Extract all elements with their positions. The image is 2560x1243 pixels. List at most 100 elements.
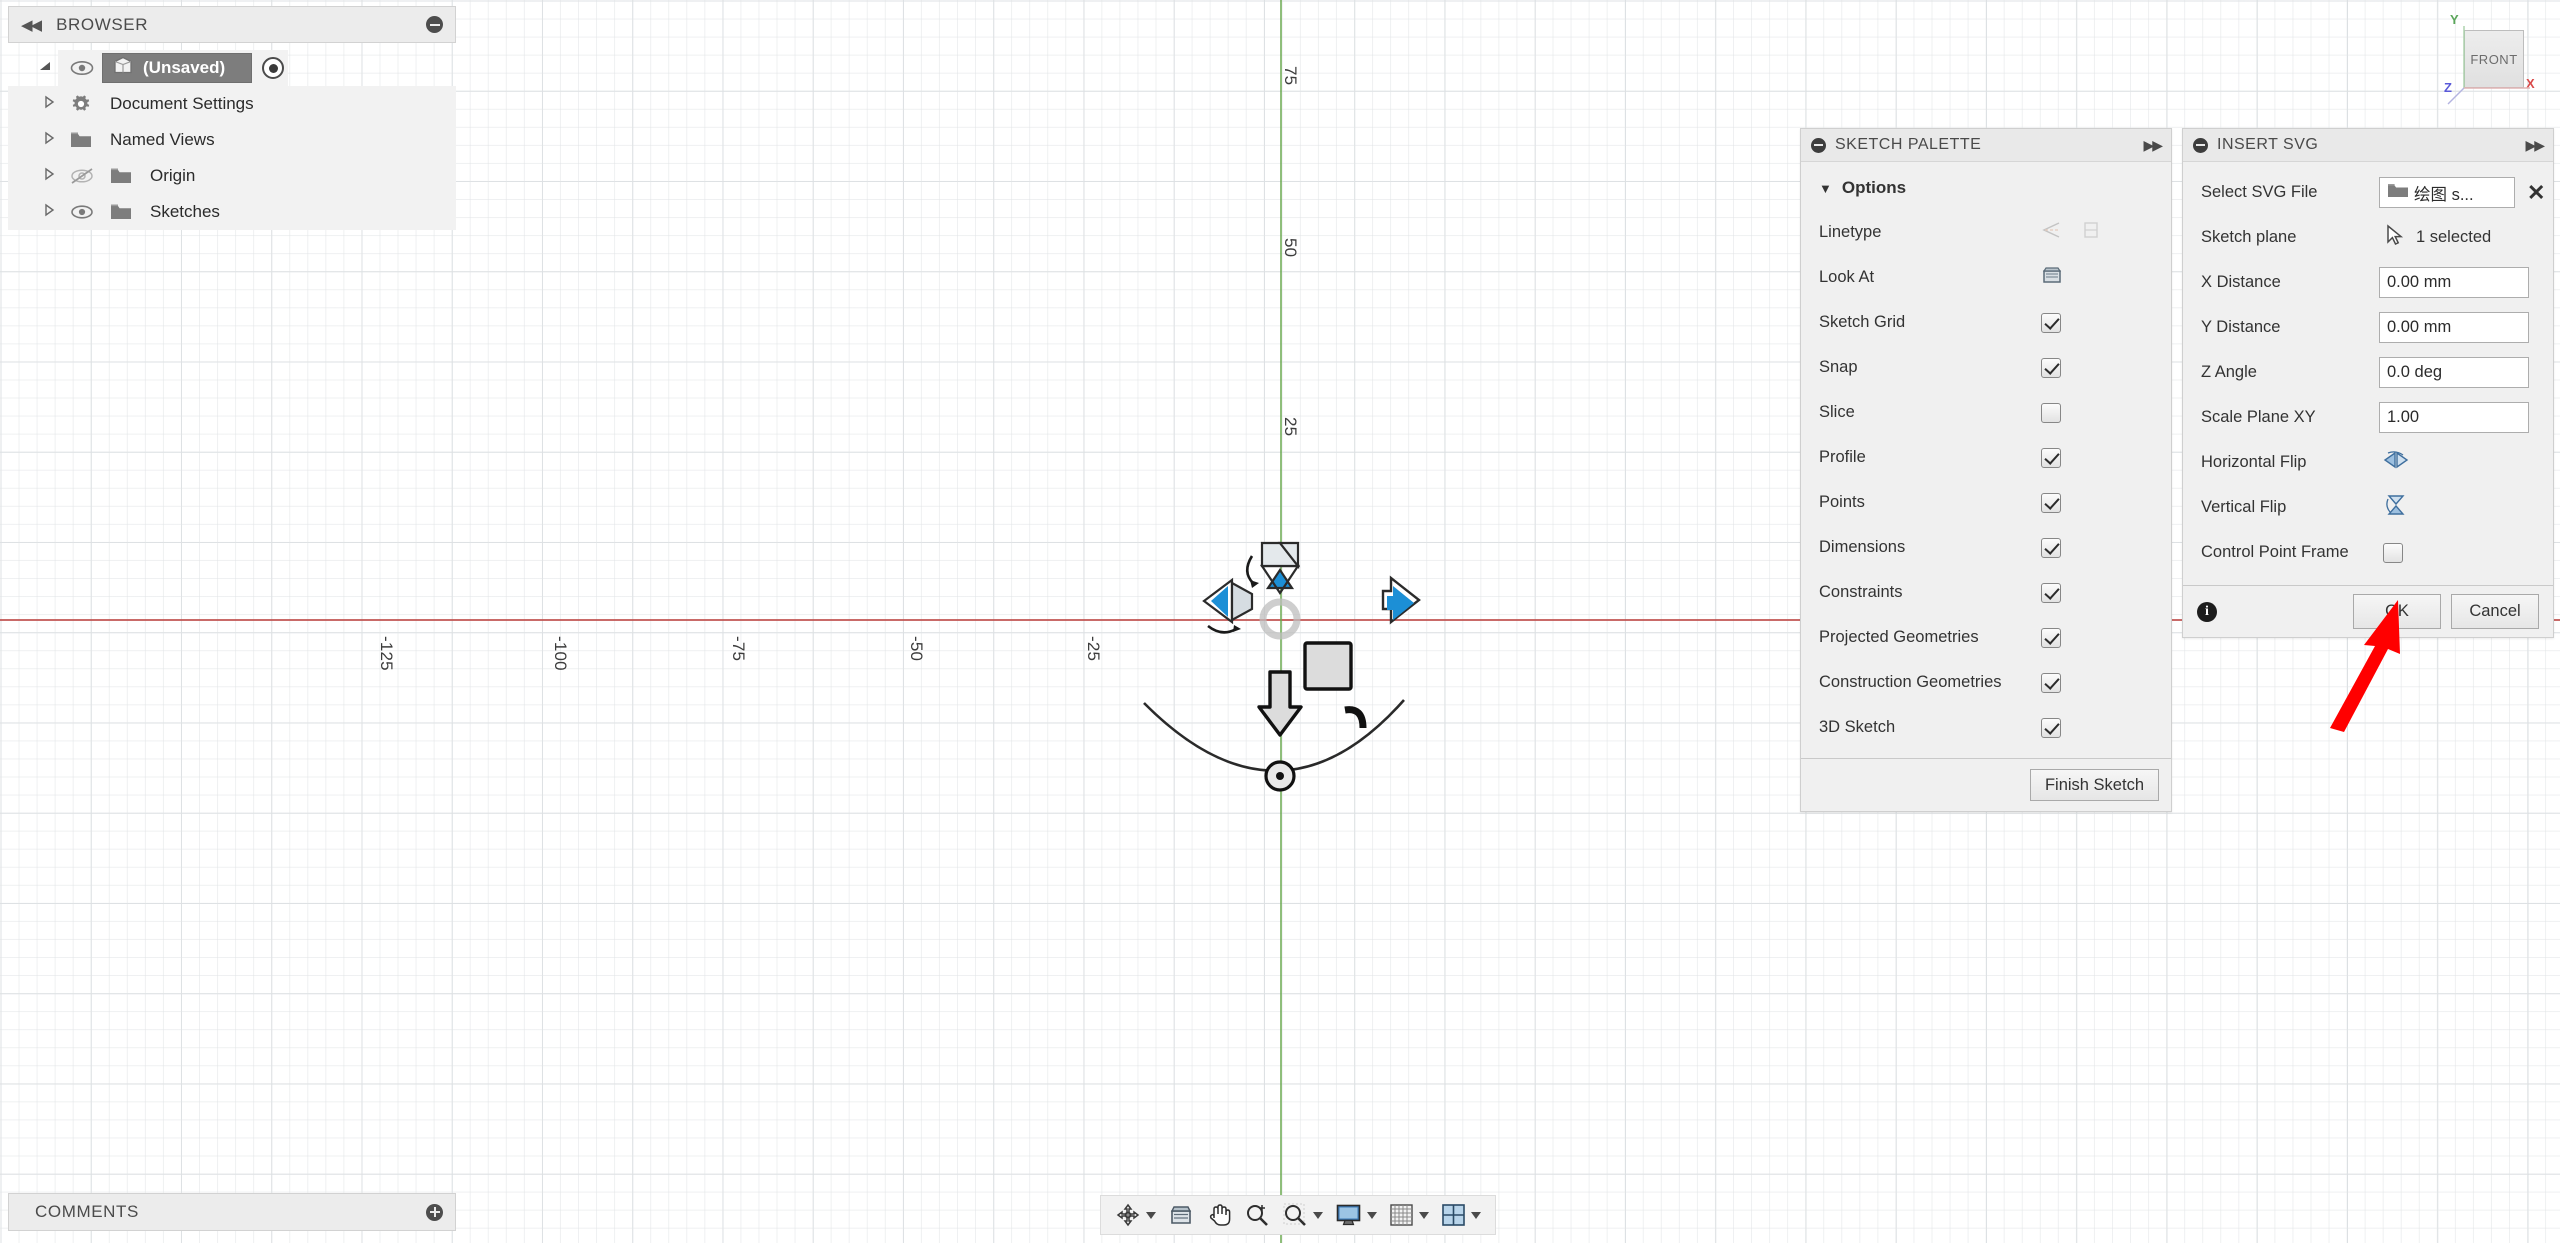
- sidebar-item-sketches[interactable]: Sketches: [8, 194, 456, 230]
- options-section-header[interactable]: ▼ Options: [1801, 168, 2171, 210]
- sketch-palette-header[interactable]: SKETCH PALETTE ▶▶: [1801, 129, 2171, 162]
- sketch-palette-row-look-at[interactable]: Look At: [1801, 255, 2171, 300]
- points-checkbox[interactable]: [2041, 492, 2061, 513]
- double-chevron-right-icon[interactable]: ▶▶: [2525, 137, 2544, 154]
- slice-checkbox[interactable]: [2041, 402, 2061, 423]
- look-at-icon[interactable]: [2041, 265, 2063, 290]
- gear-icon: [62, 93, 100, 115]
- sketch-palette-row-construction-geometries[interactable]: Construction Geometries: [1801, 660, 2171, 705]
- sketch-palette-row-3d-sketch[interactable]: 3D Sketch: [1801, 705, 2171, 750]
- close-x-icon[interactable]: ✕: [2527, 181, 2545, 204]
- horizontal-flip-icon[interactable]: [2383, 449, 2409, 476]
- manipulator-rotate-handle[interactable]: [1344, 706, 1367, 729]
- z-angle-input[interactable]: 0.0 deg: [2379, 357, 2529, 388]
- chevron-right-icon[interactable]: [36, 131, 62, 149]
- y-tick-label: 75: [1281, 66, 1300, 86]
- sketch-palette-panel: SKETCH PALETTE ▶▶ ▼ Options Linetype Loo…: [1800, 128, 2172, 813]
- manipulator-plane-handle[interactable]: [1303, 641, 1353, 691]
- sidebar-item-origin[interactable]: Origin: [8, 158, 456, 194]
- sketch-plane-selection-status[interactable]: 1 selected: [2416, 228, 2491, 247]
- sketch-palette-row-linetype[interactable]: Linetype: [1801, 210, 2171, 255]
- insert-svg-body: Select SVG File 绘图 s... ✕ Sketch plane 1…: [2183, 162, 2553, 585]
- chevron-down-icon[interactable]: [1471, 1211, 1481, 1219]
- browser-title-bar[interactable]: ◀◀ BROWSER: [8, 6, 456, 43]
- construction-geometries-checkbox[interactable]: [2041, 672, 2061, 693]
- eye-hidden-icon[interactable]: [62, 167, 102, 185]
- sketch-palette-row-dimensions[interactable]: Dimensions: [1801, 525, 2171, 570]
- sketch-palette-row-constraints[interactable]: Constraints: [1801, 570, 2171, 615]
- row-label: Points: [1819, 493, 1865, 511]
- sketch-palette-row-profile[interactable]: Profile: [1801, 435, 2171, 480]
- display-settings-icon[interactable]: [1331, 1203, 1381, 1227]
- row-label: Linetype: [1819, 223, 1882, 241]
- view-cube[interactable]: FRONT Y X Z: [2444, 12, 2535, 105]
- profile-checkbox[interactable]: [2041, 447, 2061, 468]
- double-chevron-right-icon[interactable]: ▶▶: [2143, 137, 2162, 154]
- row-label: Scale Plane XY: [2201, 408, 2316, 426]
- browser-tree: (Unsaved) Document Settings Named Views …: [8, 50, 456, 230]
- sketch-palette-row-slice[interactable]: Slice: [1801, 390, 2171, 435]
- scale-plane-xy-input[interactable]: 1.00: [2379, 402, 2529, 433]
- y-tick-label: 25: [1281, 417, 1300, 437]
- vertical-flip-icon[interactable]: [2383, 493, 2409, 522]
- eye-icon[interactable]: [62, 203, 102, 221]
- chevron-down-icon[interactable]: [1146, 1211, 1156, 1219]
- minus-circle-icon[interactable]: [1811, 137, 1826, 153]
- chevron-down-icon[interactable]: [1313, 1211, 1323, 1219]
- sketch-palette-row-sketch-grid[interactable]: Sketch Grid: [1801, 300, 2171, 345]
- cancel-button[interactable]: Cancel: [2451, 594, 2539, 629]
- manipulator-horizontal-flip-handle[interactable]: [1202, 577, 1254, 634]
- tree-row-root[interactable]: (Unsaved): [8, 50, 456, 86]
- sketch-palette-row-projected-geometries[interactable]: Projected Geometries: [1801, 615, 2171, 660]
- activate-component-radio[interactable]: [262, 57, 285, 79]
- plus-circle-icon[interactable]: [426, 1203, 443, 1221]
- row-label: Horizontal Flip: [2201, 453, 2307, 471]
- y-distance-input[interactable]: 0.00 mm: [2379, 312, 2529, 343]
- minus-circle-icon[interactable]: [2193, 137, 2208, 153]
- x-distance-input[interactable]: 0.00 mm: [2379, 267, 2529, 298]
- chevron-down-icon[interactable]: [1419, 1211, 1429, 1219]
- grid-snaps-icon[interactable]: [1385, 1203, 1433, 1227]
- orbit-icon[interactable]: [1111, 1202, 1160, 1228]
- expand-twisty-icon[interactable]: [32, 59, 58, 77]
- sketch-grid-checkbox[interactable]: [2041, 312, 2061, 333]
- root-component-name[interactable]: (Unsaved): [102, 53, 253, 83]
- constraints-checkbox[interactable]: [2041, 582, 2061, 603]
- insert-svg-row-scale-plane-xy: Scale Plane XY 1.00: [2183, 395, 2553, 440]
- look-at-icon[interactable]: [1164, 1203, 1198, 1227]
- 3d-sketch-checkbox[interactable]: [2041, 717, 2061, 738]
- root-chip[interactable]: (Unsaved): [58, 50, 289, 86]
- chevron-down-icon[interactable]: [1367, 1211, 1377, 1219]
- minus-circle-icon[interactable]: [426, 16, 443, 33]
- imported-arc-curve[interactable]: [1143, 699, 1405, 772]
- construction-line-icon[interactable]: [2041, 221, 2063, 244]
- chevron-right-icon[interactable]: [36, 167, 62, 185]
- dimensions-checkbox[interactable]: [2041, 537, 2061, 558]
- chevron-right-icon[interactable]: [36, 203, 62, 221]
- sidebar-item-document-settings[interactable]: Document Settings: [8, 86, 456, 122]
- centerline-icon[interactable]: [2081, 221, 2101, 244]
- insert-svg-header[interactable]: INSERT SVG ▶▶: [2183, 129, 2553, 162]
- projected-geometries-checkbox[interactable]: [2041, 627, 2061, 648]
- double-chevron-left-icon[interactable]: ◀◀: [21, 16, 42, 34]
- comments-panel[interactable]: COMMENTS: [8, 1193, 456, 1231]
- sketch-palette-row-snap[interactable]: Snap: [1801, 345, 2171, 390]
- viewports-icon[interactable]: [1437, 1203, 1485, 1227]
- svg-file-field[interactable]: 绘图 s...: [2379, 177, 2515, 208]
- chevron-right-icon[interactable]: [36, 95, 62, 113]
- control-point-frame-checkbox[interactable]: [2383, 542, 2403, 563]
- ok-button[interactable]: OK: [2353, 594, 2441, 629]
- finish-sketch-button[interactable]: Finish Sketch: [2029, 769, 2159, 802]
- sidebar-item-named-views[interactable]: Named Views: [8, 122, 456, 158]
- info-icon[interactable]: i: [2197, 601, 2217, 622]
- snap-checkbox[interactable]: [2041, 357, 2061, 378]
- zoom-magnifier-icon[interactable]: [1240, 1202, 1274, 1228]
- pan-hand-icon[interactable]: [1202, 1202, 1236, 1228]
- sketch-palette-row-points[interactable]: Points: [1801, 480, 2171, 525]
- manipulator-vertical-flip-handle[interactable]: [1245, 541, 1301, 595]
- zoom-fit-icon[interactable]: [1278, 1202, 1327, 1228]
- insert-svg-row-select-file: Select SVG File 绘图 s... ✕: [2183, 170, 2553, 215]
- insert-svg-row-y-distance: Y Distance 0.00 mm: [2183, 305, 2553, 350]
- eye-icon[interactable]: [62, 60, 102, 76]
- manipulator-x-arrow[interactable]: [1381, 575, 1421, 625]
